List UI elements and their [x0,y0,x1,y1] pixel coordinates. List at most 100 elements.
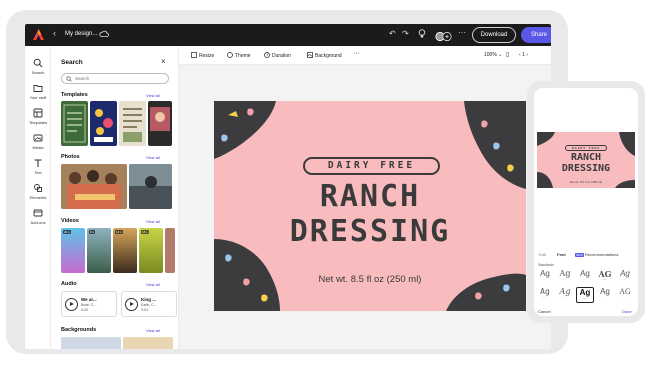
video-thumbnail[interactable]: 14 s [113,228,137,273]
view-all-backgrounds-link[interactable]: View all [146,328,160,333]
video-thumbnail[interactable]: 18 s [139,228,163,273]
theme-button[interactable]: Theme [227,52,251,59]
font-option[interactable]: AG ····· [596,269,614,285]
font-glyph: Ag [579,288,591,297]
play-icon[interactable] [65,298,78,311]
rail-label: Templates [28,120,48,125]
cancel-button[interactable]: Cancel [538,309,550,314]
share-button[interactable]: Share [521,27,551,43]
design-title-line2[interactable]: DRESSING [214,214,526,249]
rail-item-media[interactable]: Media [25,133,51,150]
phone-badge: DAIRY FREE [565,145,607,151]
lightbulb-icon[interactable] [418,29,426,39]
phone-design-preview[interactable]: DAIRY FREE RANCH DRESSING Net wt. 8.5 fl… [537,132,635,188]
rail-label: Add-ons [30,220,46,225]
recommendations-label: Recommendations [585,252,619,257]
rail-item-add-ons[interactable]: Add-ons [25,208,51,225]
search-panel: Search × Search Templates View all Photo… [51,46,179,349]
play-icon[interactable] [125,298,138,311]
tab-edit[interactable]: Edit [539,252,546,257]
dairy-free-badge[interactable]: DAIRY FREE [303,157,440,175]
template-thumbnail[interactable] [148,101,172,146]
design-title-line1[interactable]: RANCH [214,179,526,214]
undo-icon[interactable]: ↶ [389,29,396,39]
font-option-selected[interactable]: Ag ····· [576,287,594,303]
rail-item-text[interactable]: Text [25,158,51,175]
pages-icon[interactable]: ▯ [506,51,509,58]
search-icon [66,76,72,82]
duration-label: Duration [272,53,291,59]
zoom-selector[interactable]: 100% ⌄ [484,52,502,58]
font-option[interactable]: Ag ····· [556,287,574,303]
photo-thumbnail[interactable] [61,164,127,209]
background-icon [307,52,313,58]
audio-card[interactable]: We ar... Bose, C... 4:20 [61,291,117,317]
view-all-templates-link[interactable]: View all [146,93,160,98]
left-rail: Search Your stuff Templates Media Text E… [25,46,51,349]
phone-subtitle: Net wt. 8.5 fl oz (250 ml) [569,180,603,184]
template-thumbnail[interactable] [61,101,88,146]
close-icon[interactable]: × [161,57,166,66]
audio-card[interactable]: King ... Earth, C... 3:04 [121,291,177,317]
video-duration-badge: 18 s [141,230,149,234]
background-thumbnail[interactable] [123,337,173,349]
page-number: 1 [522,52,525,58]
resize-button[interactable]: Resize [191,52,214,59]
tablet-frame: ‹ My design... ↶ ↷ ··· Download Share Se… [6,10,568,354]
phone-screen: DAIRY FREE RANCH DRESSING Net wt. 8.5 fl… [534,88,638,316]
design-subtitle[interactable]: Net wt. 8.5 fl oz (250 ml) [214,274,526,285]
background-thumbnail[interactable] [61,337,121,349]
page-navigator[interactable]: ‹ 1 › [519,52,528,58]
folder-icon [33,85,43,92]
toolbar-more-icon[interactable]: ··· [353,50,360,57]
clock-icon [264,52,270,58]
rail-item-search[interactable]: Search [25,58,51,75]
audio-title: King ... [141,297,156,302]
video-duration-badge: 14 s [115,230,123,234]
rail-item-elements[interactable]: Elements [25,183,51,200]
video-thumbnail[interactable]: 9 s [87,228,111,273]
design-canvas[interactable]: DAIRY FREE RANCH DRESSING Net wt. 8.5 fl… [214,101,526,311]
adobe-express-logo-icon[interactable] [33,29,44,40]
font-option[interactable]: Ag ····· [576,269,594,285]
tab-recommendations[interactable]: NEW Recommendations [575,252,618,257]
cloud-icon [99,30,109,37]
font-option[interactable]: Ag ····· [556,269,574,285]
font-option[interactable]: Ag ····· [536,287,554,303]
duration-button[interactable]: Duration [264,52,291,59]
view-all-audio-link[interactable]: View all [146,282,160,287]
tab-font[interactable]: Font [557,252,566,257]
zoom-value: 100% [484,52,497,58]
rail-label: Your stuff [29,95,47,100]
font-option[interactable]: AG ····· [616,287,634,303]
photo-thumbnail[interactable] [129,164,172,209]
audio-artist: Bose, C... [81,303,97,307]
collaborators-avatar[interactable] [435,29,453,42]
rail-item-templates[interactable]: Templates [25,108,51,125]
back-chevron-icon[interactable]: ‹ [53,28,56,38]
section-title-videos: Videos [61,218,79,224]
background-button[interactable]: Background [307,52,342,59]
more-options-icon[interactable]: ··· [458,28,466,37]
search-input[interactable]: Search [61,73,169,84]
font-option[interactable]: Ag ····· [596,287,614,303]
font-option[interactable]: Ag ····· [616,269,634,285]
document-title[interactable]: My design... [65,31,97,37]
view-all-videos-link[interactable]: View all [146,219,160,224]
done-button[interactable]: Done [622,309,632,314]
template-thumbnail[interactable] [119,101,146,146]
view-all-photos-link[interactable]: View all [146,155,160,160]
font-option[interactable]: Ag ····· [536,269,554,285]
video-thumbnail[interactable] [165,228,175,273]
video-duration-badge: 9 s [89,230,96,234]
download-button[interactable]: Download [472,27,516,43]
redo-icon[interactable]: ↷ [402,29,409,39]
font-glyph: Ag [540,287,550,296]
section-title-templates: Templates [61,92,88,98]
video-thumbnail[interactable]: 24 s [61,228,85,273]
template-thumbnail[interactable] [90,101,117,146]
add-ons-icon [33,209,43,217]
font-glyph: Ag [559,269,571,278]
phone-tabs: Edit Font NEW Recommendations [537,252,635,260]
rail-item-your-stuff[interactable]: Your stuff [25,83,51,100]
